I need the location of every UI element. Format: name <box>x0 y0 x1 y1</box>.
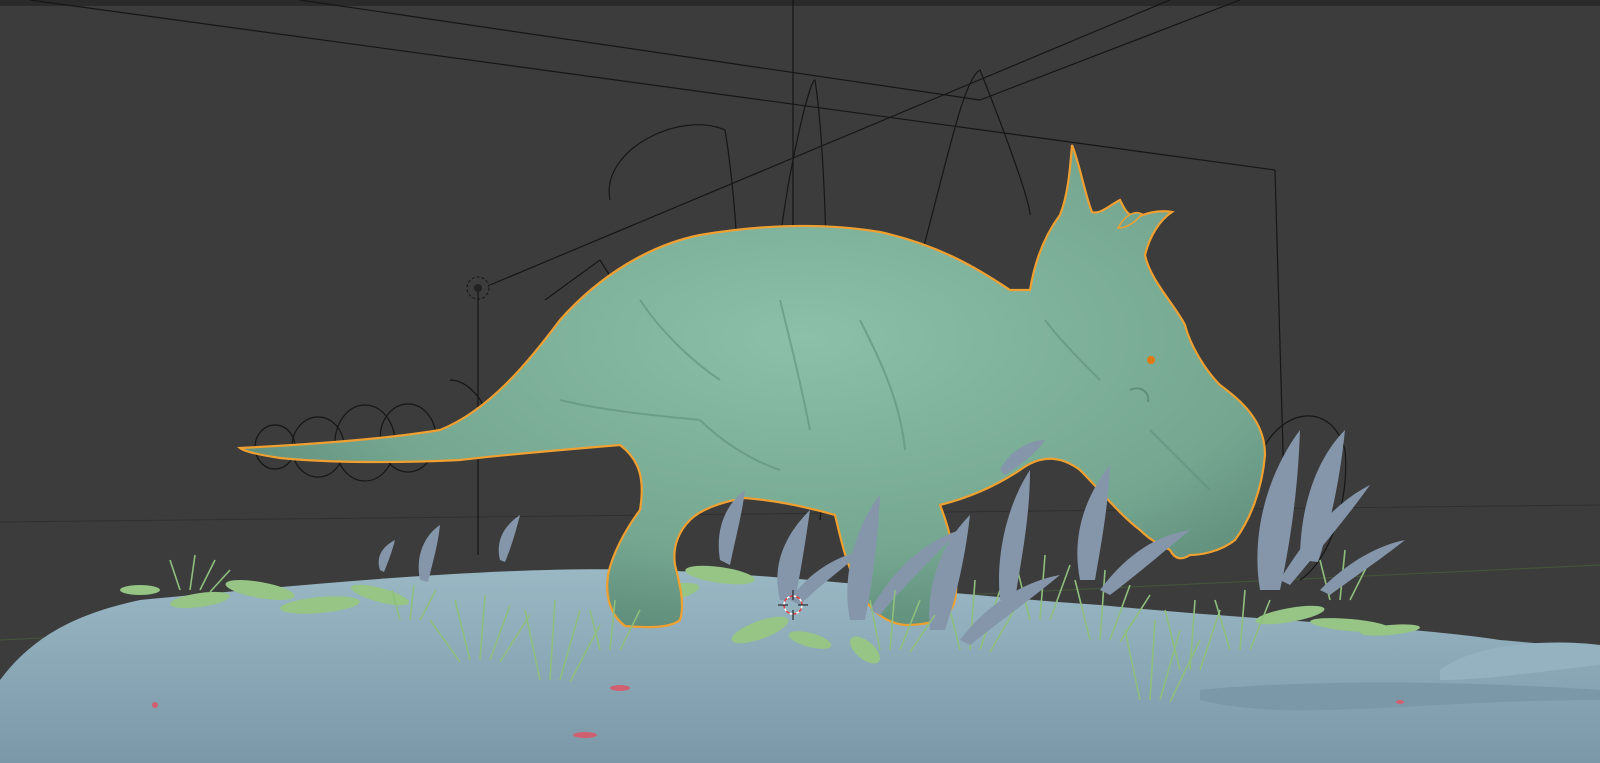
dinosaur-body[interactable] <box>237 144 1267 629</box>
scene-canvas[interactable] <box>0 0 1600 763</box>
dinosaur-eye <box>1147 356 1155 364</box>
dinosaur-model[interactable] <box>237 144 1267 629</box>
3d-viewport[interactable] <box>0 0 1600 763</box>
